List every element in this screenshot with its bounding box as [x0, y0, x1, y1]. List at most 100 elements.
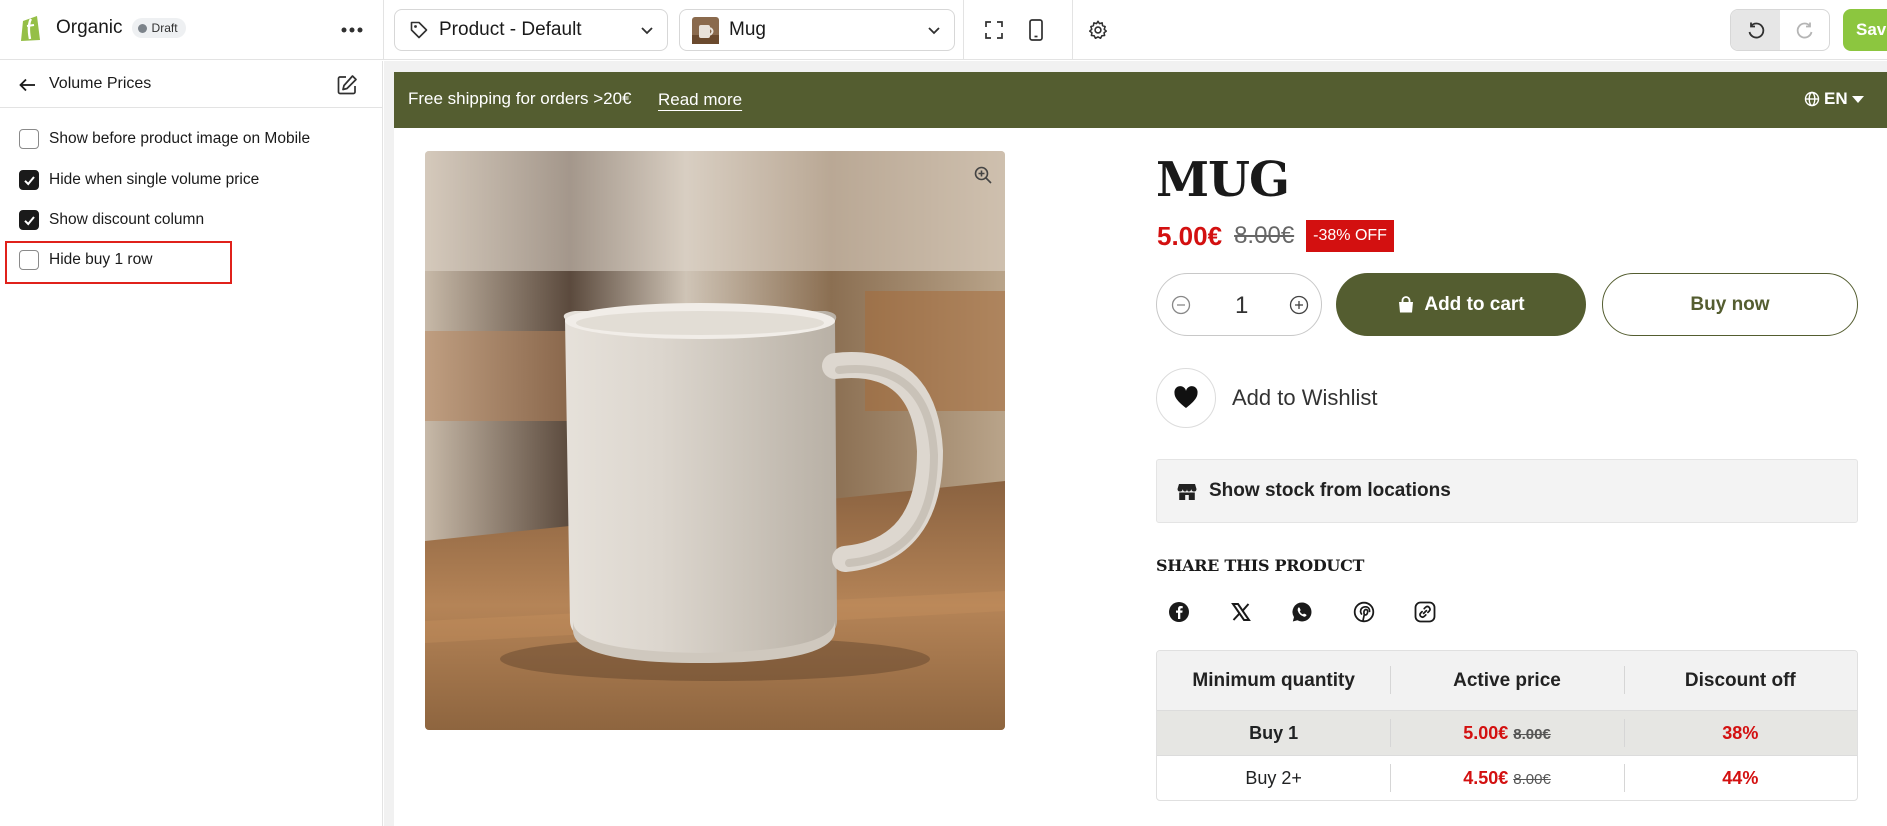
option-label: Hide when single volume price — [49, 171, 260, 188]
add-to-cart-label: Add to cart — [1424, 293, 1525, 315]
sidebar-header: Volume Prices — [0, 61, 382, 108]
language-code: EN — [1824, 89, 1848, 108]
product-title: MUG — [1156, 152, 1290, 208]
shopify-logo-icon — [21, 16, 40, 41]
mobile-icon — [1029, 19, 1043, 41]
language-selector[interactable]: EN — [1804, 89, 1864, 109]
gear-icon — [1088, 20, 1108, 40]
compare-price: 8.00€ — [1234, 222, 1295, 249]
product-select-value: Mug — [729, 19, 766, 40]
mug-photo — [425, 151, 1005, 730]
back-arrow-icon[interactable] — [18, 75, 38, 95]
plus-circle-icon[interactable] — [1289, 295, 1309, 315]
discount-badge: -38% OFF — [1306, 220, 1394, 252]
buy-now-button[interactable]: Buy now — [1602, 273, 1858, 336]
product-image[interactable] — [425, 151, 1005, 730]
pinterest-icon[interactable] — [1349, 597, 1379, 627]
divider — [1072, 0, 1073, 60]
stock-locations-label: Show stock from locations — [1209, 480, 1451, 501]
volume-price-table: Minimum quantity Active price Discount o… — [1156, 650, 1858, 801]
template-select[interactable]: Product - Default — [394, 9, 668, 51]
whatsapp-icon[interactable] — [1287, 597, 1317, 627]
option-show-before-image[interactable]: Show before product image on Mobile — [19, 129, 310, 149]
copy-link-icon[interactable] — [1410, 597, 1440, 627]
column-header: Active price — [1390, 665, 1623, 694]
tier-compare-price: 8.00€ — [1513, 770, 1551, 788]
add-to-cart-button[interactable]: Add to cart — [1336, 273, 1586, 336]
redo-icon — [1796, 22, 1812, 39]
wishlist-label[interactable]: Add to Wishlist — [1232, 385, 1378, 411]
stock-locations-toggle[interactable]: Show stock from locations — [1156, 459, 1858, 523]
redo-button[interactable] — [1780, 10, 1829, 50]
mobile-view-button[interactable] — [1021, 15, 1051, 45]
discount-cell: 38% — [1623, 718, 1857, 747]
checkbox[interactable] — [19, 170, 39, 190]
minus-circle-icon[interactable] — [1171, 295, 1191, 315]
share-buttons — [1164, 597, 1472, 627]
zoom-button[interactable] — [973, 165, 993, 185]
announcement-message: Free shipping for orders >20€ — [408, 89, 632, 108]
tier-price: 4.50€ — [1463, 767, 1509, 788]
option-hide-single-volume[interactable]: Hide when single volume price — [19, 170, 259, 190]
store-icon — [1177, 484, 1197, 500]
announcement-bar: Free shipping for orders >20€ Read more … — [394, 72, 1887, 128]
option-label: Show discount column — [49, 211, 205, 228]
more-actions-button[interactable] — [338, 16, 366, 44]
highlight-annotation — [5, 241, 232, 284]
settings-button[interactable] — [1083, 15, 1113, 45]
checkmark-icon — [23, 175, 35, 185]
store-name: Organic — [56, 17, 123, 38]
template-select-value: Product - Default — [439, 19, 582, 40]
min-quantity-cell: Buy 2+ — [1245, 767, 1302, 788]
product-thumbnail — [692, 16, 719, 44]
section-title: Volume Prices — [49, 75, 152, 92]
table-row: Buy 1 5.00€ 8.00€ 38% — [1157, 710, 1857, 755]
store-brand: Organic Draft — [18, 13, 186, 43]
status-dot-icon — [137, 23, 147, 33]
checkbox[interactable] — [19, 210, 39, 230]
sale-price: 5.00€ — [1157, 220, 1223, 251]
tier-price: 5.00€ — [1463, 722, 1509, 743]
storefront-canvas: Free shipping for orders >20€ Read more … — [394, 72, 1887, 826]
table-header-row: Minimum quantity Active price Discount o… — [1157, 651, 1857, 710]
zoom-in-icon — [974, 166, 992, 184]
tag-icon — [410, 21, 428, 39]
globe-icon — [1804, 91, 1820, 107]
chevron-down-icon — [641, 27, 653, 35]
quantity-value[interactable]: 1 — [1235, 292, 1248, 320]
save-button[interactable]: Save — [1843, 9, 1887, 51]
checkbox[interactable] — [19, 129, 39, 149]
undo-button[interactable] — [1731, 10, 1780, 50]
x-icon[interactable] — [1226, 597, 1256, 627]
editor-topbar: Organic Draft Product - Default Mug Sav — [0, 0, 1887, 60]
divider — [963, 0, 964, 60]
history-controls — [1730, 9, 1830, 51]
option-label: Show before product image on Mobile — [49, 130, 311, 147]
fullscreen-button[interactable] — [979, 15, 1009, 45]
divider — [383, 0, 384, 60]
fullscreen-icon — [985, 21, 1003, 39]
product-select[interactable]: Mug — [679, 9, 955, 51]
active-price-cell: 4.50€ 8.00€ — [1390, 763, 1623, 792]
facebook-icon[interactable] — [1164, 597, 1194, 627]
checkmark-icon — [23, 215, 35, 225]
min-quantity-cell: Buy 1 — [1249, 722, 1299, 743]
option-show-discount-column[interactable]: Show discount column — [19, 210, 204, 230]
wishlist-button[interactable] — [1156, 368, 1216, 428]
tier-compare-price: 8.00€ — [1513, 725, 1551, 743]
settings-sidebar: Volume Prices Show before product image … — [0, 61, 383, 826]
quantity-stepper: 1 — [1156, 273, 1322, 336]
caret-down-icon — [1851, 95, 1864, 103]
read-more-link[interactable]: Read more — [658, 90, 742, 110]
active-price-cell: 5.00€ 8.00€ — [1390, 718, 1623, 747]
table-row: Buy 2+ 4.50€ 8.00€ 44% — [1157, 755, 1857, 800]
price-row: 5.00€ 8.00€ -38% OFF — [1157, 220, 1394, 252]
status-badge: Draft — [131, 18, 186, 38]
share-title: SHARE THIS PRODUCT — [1156, 556, 1365, 575]
more-dots-icon — [341, 27, 363, 33]
chevron-down-icon — [928, 27, 940, 35]
edit-icon[interactable] — [335, 73, 359, 97]
undo-icon — [1748, 22, 1764, 39]
discount-cell: 44% — [1623, 763, 1857, 792]
column-header: Minimum quantity — [1192, 669, 1355, 691]
